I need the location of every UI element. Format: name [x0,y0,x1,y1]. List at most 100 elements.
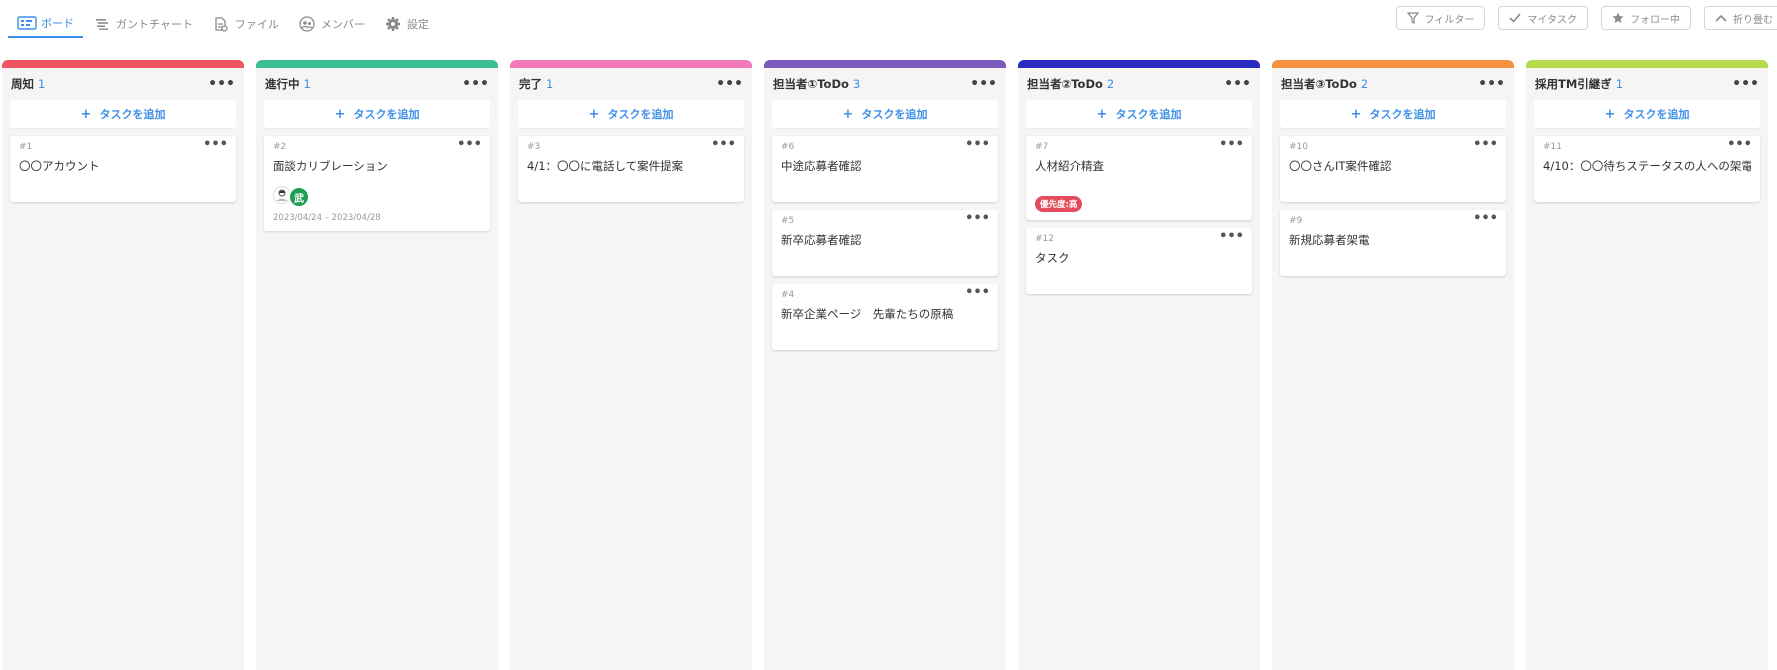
card-title: 新卒応募者確認 [781,233,862,247]
column-header: 担当者①ToDo 3 ••• [764,68,1006,100]
card-title: 4/1：〇〇に電話して案件提案 [527,159,684,173]
tab-settings[interactable]: 設定 [374,10,438,38]
column-menu-icon[interactable]: ••• [1478,77,1505,91]
column-title: 進行中 1 [265,76,311,92]
column-title-text: 担当者①ToDo [773,77,849,91]
add-task-label: タスクを追加 [861,108,928,121]
card-menu-icon[interactable]: ••• [1219,230,1244,243]
task-card[interactable]: ••• #12 タスク [1026,228,1252,294]
top-toolbar: ボード ガントチャート ファイル メンバー 設定 フィルター マイタスク フォロ… [0,0,1777,50]
column-menu-icon[interactable]: ••• [970,77,997,91]
add-task-button[interactable]: + タスクを追加 [772,100,998,128]
toolbar-right-buttons: フィルター マイタスク フォロー中 折り畳む [1383,6,1777,30]
card-menu-icon[interactable]: ••• [1219,138,1244,151]
task-card[interactable]: ••• #5 新卒応募者確認 [772,210,998,276]
add-task-button[interactable]: + タスクを追加 [264,100,490,128]
following-button[interactable]: フォロー中 [1601,6,1691,30]
card-menu-icon[interactable]: ••• [965,138,990,151]
column-count: 1 [1615,77,1624,91]
tab-gantt[interactable]: ガントチャート [83,10,202,38]
column-menu-icon[interactable]: ••• [208,77,235,91]
task-card[interactable]: ••• #11 4/10：〇〇待ちステータスの人への架電 [1534,136,1760,202]
task-card[interactable]: ••• #4 新卒企業ページ 先輩たちの原稿 [772,284,998,350]
column-menu-icon[interactable]: ••• [1224,77,1251,91]
card-number: #5 [781,216,795,226]
task-card[interactable]: ••• #1 〇〇アカウント [10,136,236,202]
view-tabs: ボード ガントチャート ファイル メンバー 設定 [8,10,438,38]
card-title: 中途応募者確認 [781,159,862,173]
members-icon [297,14,317,34]
tab-files-label: ファイル [234,18,279,31]
column-title: 周知 1 [11,76,45,92]
add-task-button[interactable]: + タスクを追加 [518,100,744,128]
card-menu-icon[interactable]: ••• [1727,138,1752,151]
task-card[interactable]: ••• #2 面談カリブレーション武 2023/04/24 – 2023/04/28 [264,136,490,231]
add-task-button[interactable]: + タスクを追加 [1280,100,1506,128]
priority-badge: 優先度:高 [1035,196,1083,212]
add-task-button[interactable]: + タスクを追加 [10,100,236,128]
card-menu-icon[interactable]: ••• [457,138,482,151]
task-card[interactable]: ••• #9 新規応募者架電 [1280,210,1506,276]
tab-board[interactable]: ボード [8,10,83,38]
card-menu-icon[interactable]: ••• [203,138,228,151]
check-icon [1509,13,1521,23]
tab-board-label: ボード [41,17,74,30]
tab-files[interactable]: ファイル [202,10,288,38]
my-task-button[interactable]: マイタスク [1498,6,1588,30]
filter-icon [1406,12,1419,24]
task-card[interactable]: ••• #6 中途応募者確認 [772,136,998,202]
board-column: 進行中 1 ••• + タスクを追加 ••• #2 面談カリブレーション武 2023/04/24… [256,60,498,670]
star-icon [1612,12,1624,24]
card-date-range: 2023/04/24 – 2023/04/28 [273,213,381,223]
card-number: #10 [1289,142,1308,152]
card-title: 新卒企業ページ 先輩たちの原稿 [781,307,954,321]
card-menu-icon[interactable]: ••• [965,212,990,225]
task-card[interactable]: ••• #3 4/1：〇〇に電話して案件提案 [518,136,744,202]
card-menu-icon[interactable]: ••• [711,138,736,151]
column-header: 完了 1 ••• [510,68,752,100]
column-title: 完了 1 [519,76,553,92]
collapse-button-label: 折り畳む [1733,14,1773,26]
card-menu-icon[interactable]: ••• [1473,212,1498,225]
column-count: 2 [1360,77,1369,91]
card-number: #7 [1035,142,1049,152]
card-title: 〇〇アカウント [19,159,100,173]
column-title: 採用TM引継ぎ 1 [1535,76,1623,92]
card-menu-icon[interactable]: ••• [965,286,990,299]
file-icon [211,14,231,34]
column-title-text: 担当者③ToDo [1281,77,1357,91]
board-column: 周知 1 ••• + タスクを追加 ••• #1 〇〇アカウント [2,60,244,670]
card-number: #6 [781,142,795,152]
task-card[interactable]: ••• #7 人材紹介精査 優先度:高 [1026,136,1252,220]
task-card[interactable]: ••• #10 〇〇さんIT案件確認 [1280,136,1506,202]
board-column: 完了 1 ••• + タスクを追加 ••• #3 4/1：〇〇に電話して案件提案 [510,60,752,670]
card-menu-icon[interactable]: ••• [1473,138,1498,151]
column-title: 担当者③ToDo 2 [1281,76,1368,92]
board-column: 担当者②ToDo 2 ••• + タスクを追加 ••• #7 人材紹介精査 優先度:高 ••• #1… [1018,60,1260,670]
board-column: 採用TM引継ぎ 1 ••• + タスクを追加 ••• #11 4/10：〇〇待ちステータスの人… [1526,60,1768,670]
add-task-button[interactable]: + タスクを追加 [1026,100,1252,128]
add-task-label: タスクを追加 [1369,108,1436,121]
card-title: 新規応募者架電 [1289,233,1370,247]
column-header: 進行中 1 ••• [256,68,498,100]
board-column: 担当者③ToDo 2 ••• + タスクを追加 ••• #10 〇〇さんIT案件確認 ••• #9… [1272,60,1514,670]
board-icon [17,13,37,33]
card-number: #4 [781,290,795,300]
add-task-label: タスクを追加 [99,108,166,121]
avatar[interactable]: 武 [288,186,310,208]
collapse-button[interactable]: 折り畳む [1704,6,1777,30]
column-menu-icon[interactable]: ••• [1732,77,1759,91]
gear-icon [383,14,403,34]
column-menu-icon[interactable]: ••• [462,77,489,91]
tab-members[interactable]: メンバー [288,10,374,38]
column-menu-icon[interactable]: ••• [716,77,743,91]
column-header: 採用TM引継ぎ 1 ••• [1526,68,1768,100]
add-task-label: タスクを追加 [353,108,420,121]
column-title-text: 採用TM引継ぎ [1535,77,1612,91]
plus-icon: + [1096,106,1108,122]
filter-button[interactable]: フィルター [1395,6,1486,30]
column-title-text: 周知 [11,77,34,91]
add-task-button[interactable]: + タスクを追加 [1534,100,1760,128]
plus-icon: + [80,106,92,122]
plus-icon: + [842,106,854,122]
